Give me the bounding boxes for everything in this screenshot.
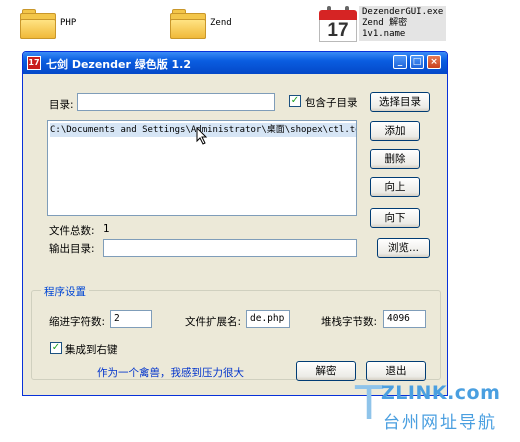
stack-input[interactable]: 4096 [383, 310, 426, 328]
stack-label: 堆栈字节数: [321, 316, 378, 328]
add-button[interactable]: 添加 [370, 121, 420, 141]
app-icon: 17 [27, 56, 41, 70]
watermark-logo: T ZLINK.com 台州网址导航 [355, 376, 501, 433]
mouse-cursor-icon [196, 127, 208, 145]
title-bar[interactable]: 17 七剑 Dezender 绿色版 1.2 _ □ × [23, 52, 447, 74]
dir-input[interactable] [77, 93, 275, 111]
indent-input[interactable]: 2 [110, 310, 152, 328]
desktop-icon-label: DezenderGUI.exe Zend 解密 1v1.name [359, 6, 447, 41]
maximize-button[interactable]: □ [410, 55, 424, 69]
total-files-value: 1 [103, 223, 110, 235]
select-dir-button[interactable]: 选择目录 [370, 92, 430, 112]
dir-label: 目录: [49, 99, 74, 111]
ext-input[interactable]: de.php [246, 310, 290, 328]
output-dir-label: 输出目录: [49, 243, 95, 255]
folder-icon [170, 9, 206, 39]
window-title: 七剑 Dezender 绿色版 1.2 [46, 58, 192, 71]
desktop-icon-label: PHP [60, 18, 77, 28]
indent-label: 缩进字符数: [49, 316, 106, 328]
settings-legend: 程序设置 [41, 284, 89, 299]
output-dir-input[interactable] [103, 239, 357, 257]
desktop-icon-label: Zend [210, 18, 232, 28]
folder-icon [20, 9, 56, 39]
delete-button[interactable]: 删除 [370, 149, 420, 169]
include-subdirs-checkbox[interactable]: ✓ [289, 95, 301, 107]
slogan-text: 作为一个禽兽，我感到压力很大 [97, 367, 244, 379]
dezender-window: 17 七剑 Dezender 绿色版 1.2 _ □ × 目录: ✓ 包含子目录… [22, 51, 448, 396]
down-button[interactable]: 向下 [370, 208, 420, 228]
minimize-button[interactable]: _ [393, 55, 407, 69]
calendar-icon: 17 [319, 6, 357, 42]
close-button[interactable]: × [427, 55, 441, 69]
total-files-label: 文件总数: [49, 225, 95, 237]
up-button[interactable]: 向上 [370, 177, 420, 197]
decrypt-button[interactable]: 解密 [296, 361, 356, 381]
include-subdirs-label: 包含子目录 [305, 97, 358, 109]
integrate-context-menu-checkbox[interactable]: ✓ [50, 342, 62, 354]
browse-button[interactable]: 浏览... [377, 238, 430, 258]
ext-label: 文件扩展名: [185, 316, 242, 328]
integrate-context-menu-label: 集成到右键 [65, 344, 118, 356]
